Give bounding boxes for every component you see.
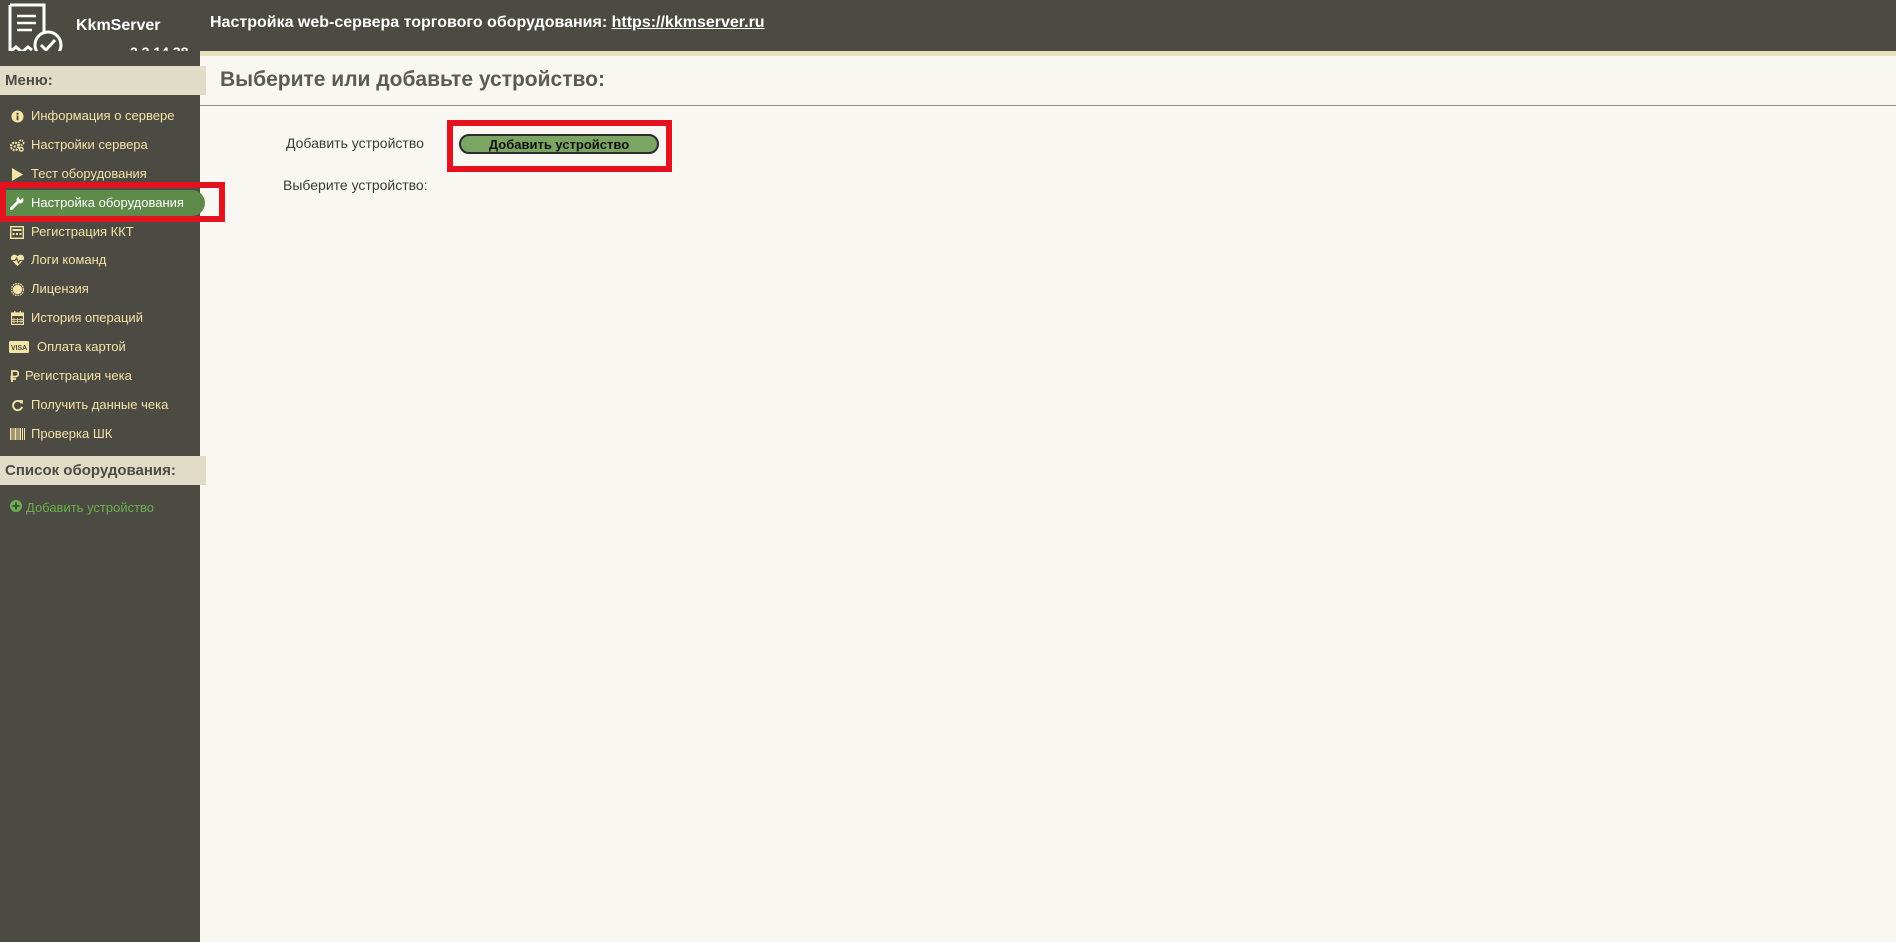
select-device-label: Выберите устройство: xyxy=(283,177,428,193)
visa-card-icon: VISA xyxy=(9,339,29,355)
add-device-label: Добавить устройство xyxy=(286,135,424,151)
barcode-icon xyxy=(9,426,25,442)
sidebar-item-license[interactable]: Лицензия xyxy=(0,276,200,302)
sidebar-item-receipt-registration[interactable]: Регистрация чека xyxy=(0,363,200,389)
app-name: KkmServer xyxy=(76,17,161,34)
sidebar-add-device-link[interactable]: Добавить устройство xyxy=(10,500,154,515)
ruble-icon xyxy=(9,368,19,384)
page-title: Выберите или добавьте устройство: xyxy=(220,68,605,91)
sidebar-add-device-label: Добавить устройство xyxy=(26,500,155,515)
header-title: Настройка web-сервера торгового оборудов… xyxy=(210,14,765,32)
svg-text:VISA: VISA xyxy=(11,345,27,352)
gears-icon xyxy=(9,137,25,153)
header-title-text: Настройка web-сервера торгового оборудов… xyxy=(210,14,608,31)
top-bar-stripe xyxy=(200,51,1896,56)
sidebar-item-label: Настройки сервера xyxy=(31,137,148,152)
info-icon xyxy=(9,108,25,124)
certificate-icon xyxy=(9,281,25,297)
sidebar-item-label: Лицензия xyxy=(31,281,89,296)
sidebar-item-label: Проверка ШК xyxy=(31,426,113,441)
menu-section-header: Меню: xyxy=(0,66,206,95)
sidebar-item-operations-history[interactable]: История операций xyxy=(0,305,200,331)
plus-circle-icon xyxy=(10,500,22,515)
sidebar-item-server-info[interactable]: Информация о сервере xyxy=(0,103,200,129)
sidebar-item-barcode-check[interactable]: Проверка ШК xyxy=(0,421,200,447)
sidebar-item-label: История операций xyxy=(31,310,143,325)
highlight-frame-sidebar xyxy=(0,182,225,222)
sidebar-item-label: Регистрация чека xyxy=(25,368,132,383)
header-site-link[interactable]: https://kkmserver.ru xyxy=(612,14,765,31)
refresh-icon xyxy=(9,397,25,413)
sidebar-item-label: Оплата картой xyxy=(37,339,126,354)
sidebar-item-server-settings[interactable]: Настройки сервера xyxy=(0,132,200,158)
sidebar-item-command-logs[interactable]: Логи команд xyxy=(0,247,200,273)
sidebar-item-label: Регистрация ККТ xyxy=(31,224,134,239)
title-divider xyxy=(200,105,1896,106)
sidebar-item-card-payment[interactable]: VISA Оплата картой xyxy=(0,334,200,360)
play-icon xyxy=(9,166,25,182)
calendar-icon xyxy=(9,310,25,326)
register-icon xyxy=(9,224,25,240)
sidebar-item-label: Информация о сервере xyxy=(31,108,175,123)
sidebar-item-kkt-registration[interactable]: Регистрация ККТ xyxy=(0,219,200,245)
sidebar-item-get-receipt-data[interactable]: Получить данные чека xyxy=(0,392,200,418)
highlight-frame-button xyxy=(447,120,672,172)
sidebar-item-label: Логи команд xyxy=(31,252,107,267)
equipment-list-header: Список оборудования: xyxy=(0,456,206,485)
heartbeat-icon xyxy=(9,252,25,268)
sidebar-item-label: Получить данные чека xyxy=(31,397,169,412)
